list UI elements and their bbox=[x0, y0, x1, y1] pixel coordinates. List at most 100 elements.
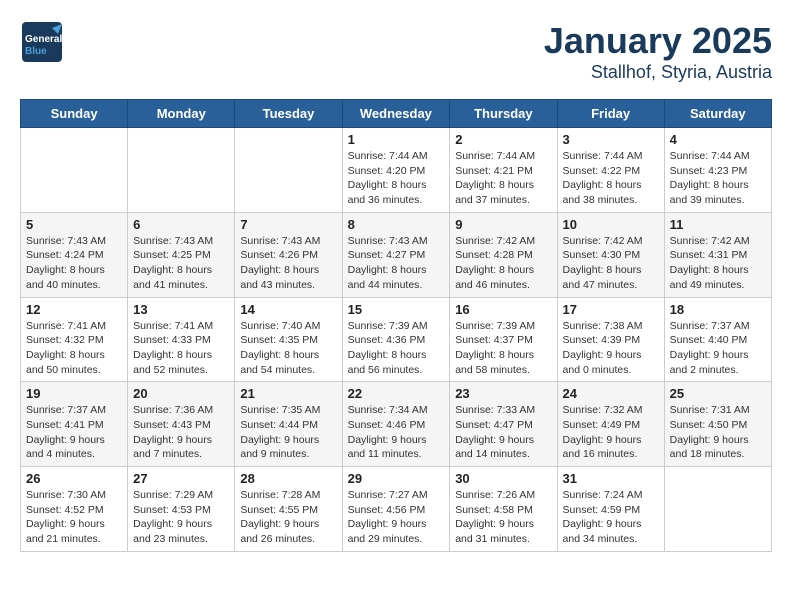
calendar-cell bbox=[664, 467, 771, 552]
day-info: Sunrise: 7:42 AMSunset: 4:28 PMDaylight:… bbox=[455, 234, 551, 293]
day-info: Sunrise: 7:43 AMSunset: 4:24 PMDaylight:… bbox=[26, 234, 122, 293]
day-number: 9 bbox=[455, 217, 551, 232]
weekday-header-tuesday: Tuesday bbox=[235, 100, 342, 128]
calendar-cell: 18 Sunrise: 7:37 AMSunset: 4:40 PMDayligh… bbox=[664, 297, 771, 382]
day-number: 20 bbox=[133, 386, 229, 401]
calendar-cell: 10 Sunrise: 7:42 AMSunset: 4:30 PMDayligh… bbox=[557, 212, 664, 297]
weekday-header-sunday: Sunday bbox=[21, 100, 128, 128]
calendar-cell: 12Sunrise: 7:41 AMSunset: 4:32 PMDayligh… bbox=[21, 297, 128, 382]
day-info: Sunrise: 7:39 AMSunset: 4:36 PMDaylight:… bbox=[348, 319, 445, 378]
day-info: Sunrise: 7:44 AMSunset: 4:22 PMDaylight:… bbox=[563, 149, 659, 208]
svg-text:Blue: Blue bbox=[25, 46, 47, 57]
day-number: 11 bbox=[670, 217, 766, 232]
day-info: Sunrise: 7:43 AMSunset: 4:27 PMDaylight:… bbox=[348, 234, 445, 293]
day-info: Sunrise: 7:44 AMSunset: 4:20 PMDaylight:… bbox=[348, 149, 445, 208]
day-number: 29 bbox=[348, 471, 445, 486]
day-number: 18 bbox=[670, 302, 766, 317]
day-info: Sunrise: 7:26 AMSunset: 4:58 PMDaylight:… bbox=[455, 488, 551, 547]
day-number: 3 bbox=[563, 132, 659, 147]
day-info: Sunrise: 7:42 AMSunset: 4:30 PMDaylight:… bbox=[563, 234, 659, 293]
day-info: Sunrise: 7:27 AMSunset: 4:56 PMDaylight:… bbox=[348, 488, 445, 547]
calendar-cell: 29 Sunrise: 7:27 AMSunset: 4:56 PMDayligh… bbox=[342, 467, 450, 552]
day-number: 4 bbox=[670, 132, 766, 147]
day-info: Sunrise: 7:40 AMSunset: 4:35 PMDaylight:… bbox=[240, 319, 336, 378]
day-number: 21 bbox=[240, 386, 336, 401]
day-number: 6 bbox=[133, 217, 229, 232]
calendar-table: SundayMondayTuesdayWednesdayThursdayFrid… bbox=[20, 99, 772, 552]
day-info: Sunrise: 7:44 AMSunset: 4:23 PMDaylight:… bbox=[670, 149, 766, 208]
calendar-cell: 14Sunrise: 7:40 AMSunset: 4:35 PMDayligh… bbox=[235, 297, 342, 382]
day-info: Sunrise: 7:44 AMSunset: 4:21 PMDaylight:… bbox=[455, 149, 551, 208]
day-info: Sunrise: 7:33 AMSunset: 4:47 PMDaylight:… bbox=[455, 403, 551, 462]
weekday-header-thursday: Thursday bbox=[450, 100, 557, 128]
calendar-cell: 2Sunrise: 7:44 AMSunset: 4:21 PMDaylight… bbox=[450, 128, 557, 213]
day-info: Sunrise: 7:38 AMSunset: 4:39 PMDaylight:… bbox=[563, 319, 659, 378]
calendar-cell: 20Sunrise: 7:36 AMSunset: 4:43 PMDayligh… bbox=[128, 382, 235, 467]
calendar-cell: 8Sunrise: 7:43 AMSunset: 4:27 PMDaylight… bbox=[342, 212, 450, 297]
calendar-cell: 16 Sunrise: 7:39 AMSunset: 4:37 PMDayligh… bbox=[450, 297, 557, 382]
weekday-header-saturday: Saturday bbox=[664, 100, 771, 128]
day-info: Sunrise: 7:43 AMSunset: 4:25 PMDaylight:… bbox=[133, 234, 229, 293]
svg-text:General: General bbox=[25, 34, 62, 45]
day-number: 10 bbox=[563, 217, 659, 232]
day-number: 15 bbox=[348, 302, 445, 317]
calendar-cell: 21 Sunrise: 7:35 AMSunset: 4:44 PMDayligh… bbox=[235, 382, 342, 467]
day-number: 30 bbox=[455, 471, 551, 486]
calendar-cell: 24 Sunrise: 7:32 AMSunset: 4:49 PMDayligh… bbox=[557, 382, 664, 467]
month-title: January 2025 bbox=[544, 20, 772, 62]
calendar-cell: 25 Sunrise: 7:31 AMSunset: 4:50 PMDayligh… bbox=[664, 382, 771, 467]
day-number: 28 bbox=[240, 471, 336, 486]
calendar-cell: 7Sunrise: 7:43 AMSunset: 4:26 PMDaylight… bbox=[235, 212, 342, 297]
day-info: Sunrise: 7:30 AMSunset: 4:52 PMDaylight:… bbox=[26, 488, 122, 547]
calendar-header: SundayMondayTuesdayWednesdayThursdayFrid… bbox=[21, 100, 772, 128]
day-info: Sunrise: 7:41 AMSunset: 4:33 PMDaylight:… bbox=[133, 319, 229, 378]
day-number: 5 bbox=[26, 217, 122, 232]
day-info: Sunrise: 7:29 AMSunset: 4:53 PMDaylight:… bbox=[133, 488, 229, 547]
day-info: Sunrise: 7:31 AMSunset: 4:50 PMDaylight:… bbox=[670, 403, 766, 462]
day-info: Sunrise: 7:32 AMSunset: 4:49 PMDaylight:… bbox=[563, 403, 659, 462]
calendar-cell: 4 Sunrise: 7:44 AMSunset: 4:23 PMDaylight… bbox=[664, 128, 771, 213]
day-number: 16 bbox=[455, 302, 551, 317]
logo: General Blue bbox=[20, 20, 64, 64]
day-info: Sunrise: 7:37 AMSunset: 4:40 PMDaylight:… bbox=[670, 319, 766, 378]
calendar-cell: 19 Sunrise: 7:37 AMSunset: 4:41 PMDayligh… bbox=[21, 382, 128, 467]
calendar-cell: 26 Sunrise: 7:30 AMSunset: 4:52 PMDayligh… bbox=[21, 467, 128, 552]
calendar-cell: 23Sunrise: 7:33 AMSunset: 4:47 PMDayligh… bbox=[450, 382, 557, 467]
calendar-cell: 3 Sunrise: 7:44 AMSunset: 4:22 PMDaylight… bbox=[557, 128, 664, 213]
day-info: Sunrise: 7:37 AMSunset: 4:41 PMDaylight:… bbox=[26, 403, 122, 462]
day-info: Sunrise: 7:39 AMSunset: 4:37 PMDaylight:… bbox=[455, 319, 551, 378]
day-info: Sunrise: 7:34 AMSunset: 4:46 PMDaylight:… bbox=[348, 403, 445, 462]
day-number: 17 bbox=[563, 302, 659, 317]
calendar-cell: 31Sunrise: 7:24 AMSunset: 4:59 PMDayligh… bbox=[557, 467, 664, 552]
day-info: Sunrise: 7:35 AMSunset: 4:44 PMDaylight:… bbox=[240, 403, 336, 462]
day-info: Sunrise: 7:42 AMSunset: 4:31 PMDaylight:… bbox=[670, 234, 766, 293]
day-info: Sunrise: 7:41 AMSunset: 4:32 PMDaylight:… bbox=[26, 319, 122, 378]
calendar-cell bbox=[128, 128, 235, 213]
day-number: 1 bbox=[348, 132, 445, 147]
calendar-cell bbox=[235, 128, 342, 213]
day-number: 24 bbox=[563, 386, 659, 401]
calendar-cell: 17 Sunrise: 7:38 AMSunset: 4:39 PMDayligh… bbox=[557, 297, 664, 382]
calendar-cell: 22Sunrise: 7:34 AMSunset: 4:46 PMDayligh… bbox=[342, 382, 450, 467]
day-number: 26 bbox=[26, 471, 122, 486]
calendar-cell: 6 Sunrise: 7:43 AMSunset: 4:25 PMDaylight… bbox=[128, 212, 235, 297]
day-info: Sunrise: 7:24 AMSunset: 4:59 PMDaylight:… bbox=[563, 488, 659, 547]
logo-icon: General Blue bbox=[20, 20, 64, 64]
calendar-cell: 11 Sunrise: 7:42 AMSunset: 4:31 PMDayligh… bbox=[664, 212, 771, 297]
weekday-header-friday: Friday bbox=[557, 100, 664, 128]
calendar-cell: 15 Sunrise: 7:39 AMSunset: 4:36 PMDayligh… bbox=[342, 297, 450, 382]
calendar-cell: 5 Sunrise: 7:43 AMSunset: 4:24 PMDaylight… bbox=[21, 212, 128, 297]
calendar-cell: 30 Sunrise: 7:26 AMSunset: 4:58 PMDayligh… bbox=[450, 467, 557, 552]
calendar-cell: 1 Sunrise: 7:44 AMSunset: 4:20 PMDaylight… bbox=[342, 128, 450, 213]
day-number: 13 bbox=[133, 302, 229, 317]
day-number: 25 bbox=[670, 386, 766, 401]
day-info: Sunrise: 7:28 AMSunset: 4:55 PMDaylight:… bbox=[240, 488, 336, 547]
day-info: Sunrise: 7:43 AMSunset: 4:26 PMDaylight:… bbox=[240, 234, 336, 293]
calendar-cell bbox=[21, 128, 128, 213]
weekday-header-wednesday: Wednesday bbox=[342, 100, 450, 128]
calendar-cell: 27Sunrise: 7:29 AMSunset: 4:53 PMDayligh… bbox=[128, 467, 235, 552]
calendar-cell: 28 Sunrise: 7:28 AMSunset: 4:55 PMDayligh… bbox=[235, 467, 342, 552]
title-block: January 2025 Stallhof, Styria, Austria bbox=[544, 20, 772, 83]
location-title: Stallhof, Styria, Austria bbox=[544, 62, 772, 83]
day-number: 19 bbox=[26, 386, 122, 401]
